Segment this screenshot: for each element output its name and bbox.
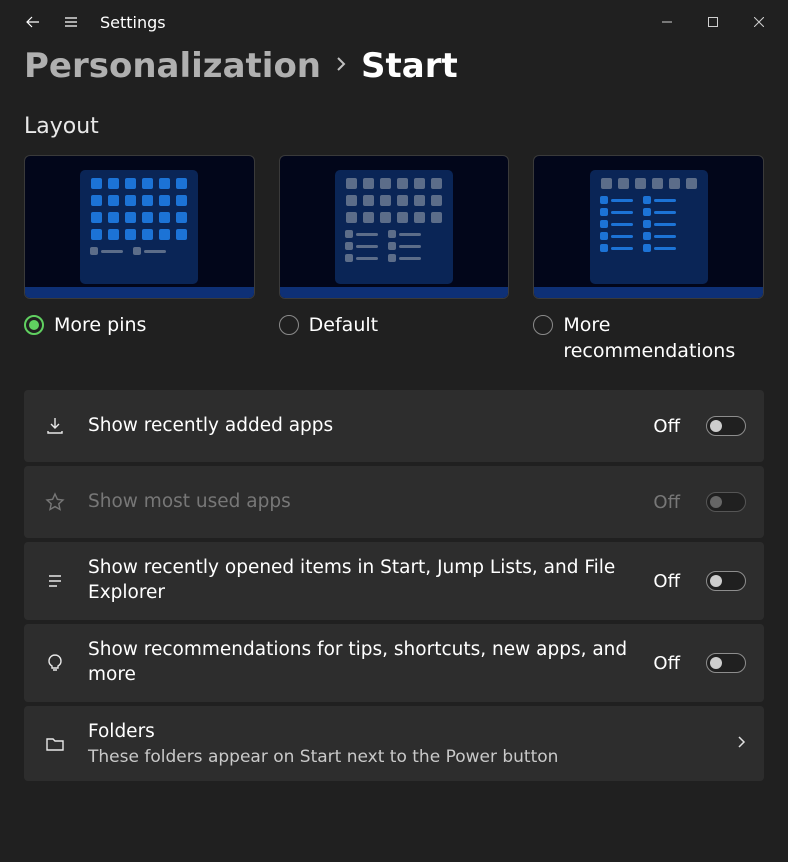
window-title: Settings xyxy=(100,13,166,32)
minimize-icon xyxy=(662,17,672,27)
toggle-recently-opened-items[interactable] xyxy=(706,571,746,591)
back-button[interactable] xyxy=(18,7,48,37)
radio-default[interactable] xyxy=(279,315,299,335)
maximize-button[interactable] xyxy=(690,7,736,37)
setting-title: Show recently opened items in Start, Jum… xyxy=(88,556,633,606)
layout-thumb-default xyxy=(279,155,510,299)
breadcrumb: Personalization Start xyxy=(24,46,764,86)
minimize-button[interactable] xyxy=(644,7,690,37)
setting-most-used-apps: Show most used apps Off xyxy=(24,466,764,538)
breadcrumb-parent[interactable]: Personalization xyxy=(24,46,321,86)
title-bar-left: Settings xyxy=(6,7,644,37)
folder-icon xyxy=(42,731,68,757)
arrow-left-icon xyxy=(25,14,41,30)
layout-thumb-more-pins xyxy=(24,155,255,299)
radio-more-pins[interactable] xyxy=(24,315,44,335)
layout-option-more-recs[interactable]: More recommendations xyxy=(533,155,764,364)
nav-menu-button[interactable] xyxy=(56,7,86,37)
layout-thumb-more-recs xyxy=(533,155,764,299)
radio-label-more-pins: More pins xyxy=(54,313,146,339)
download-icon xyxy=(42,413,68,439)
setting-recently-opened-items[interactable]: Show recently opened items in Start, Jum… xyxy=(24,542,764,620)
breadcrumb-current: Start xyxy=(361,46,458,86)
setting-title: Folders xyxy=(88,720,716,745)
setting-recently-added-apps[interactable]: Show recently added apps Off xyxy=(24,390,764,462)
setting-title: Show recommendations for tips, shortcuts… xyxy=(88,638,633,688)
setting-folders[interactable]: Folders These folders appear on Start ne… xyxy=(24,706,764,781)
hamburger-icon xyxy=(63,14,79,30)
toggle-state: Off xyxy=(653,571,680,592)
section-layout-title: Layout xyxy=(24,114,764,139)
toggle-state: Off xyxy=(653,653,680,674)
layout-options: More pins xyxy=(24,155,764,364)
close-button[interactable] xyxy=(736,7,782,37)
window-controls xyxy=(644,7,782,37)
lightbulb-icon xyxy=(42,650,68,676)
toggle-state: Off xyxy=(653,416,680,437)
content-area: Personalization Start Layout xyxy=(0,44,788,805)
toggle-recently-added-apps[interactable] xyxy=(706,416,746,436)
setting-subtitle: These folders appear on Start next to th… xyxy=(88,747,716,767)
radio-label-default: Default xyxy=(309,313,378,339)
setting-title: Show most used apps xyxy=(88,490,633,515)
toggle-most-used-apps xyxy=(706,492,746,512)
close-icon xyxy=(754,17,764,27)
chevron-right-icon xyxy=(335,54,347,78)
radio-more-recs[interactable] xyxy=(533,315,553,335)
setting-title: Show recently added apps xyxy=(88,414,633,439)
settings-list: Show recently added apps Off Show most u… xyxy=(24,390,764,781)
radio-label-more-recs: More recommendations xyxy=(563,313,764,364)
chevron-right-icon xyxy=(736,734,746,754)
layout-option-default[interactable]: Default xyxy=(279,155,510,364)
maximize-icon xyxy=(708,17,718,27)
setting-recommendations-tips[interactable]: Show recommendations for tips, shortcuts… xyxy=(24,624,764,702)
layout-option-more-pins[interactable]: More pins xyxy=(24,155,255,364)
star-icon xyxy=(42,489,68,515)
toggle-recommendations-tips[interactable] xyxy=(706,653,746,673)
title-bar: Settings xyxy=(0,0,788,44)
list-icon xyxy=(42,568,68,594)
toggle-state: Off xyxy=(653,492,680,513)
